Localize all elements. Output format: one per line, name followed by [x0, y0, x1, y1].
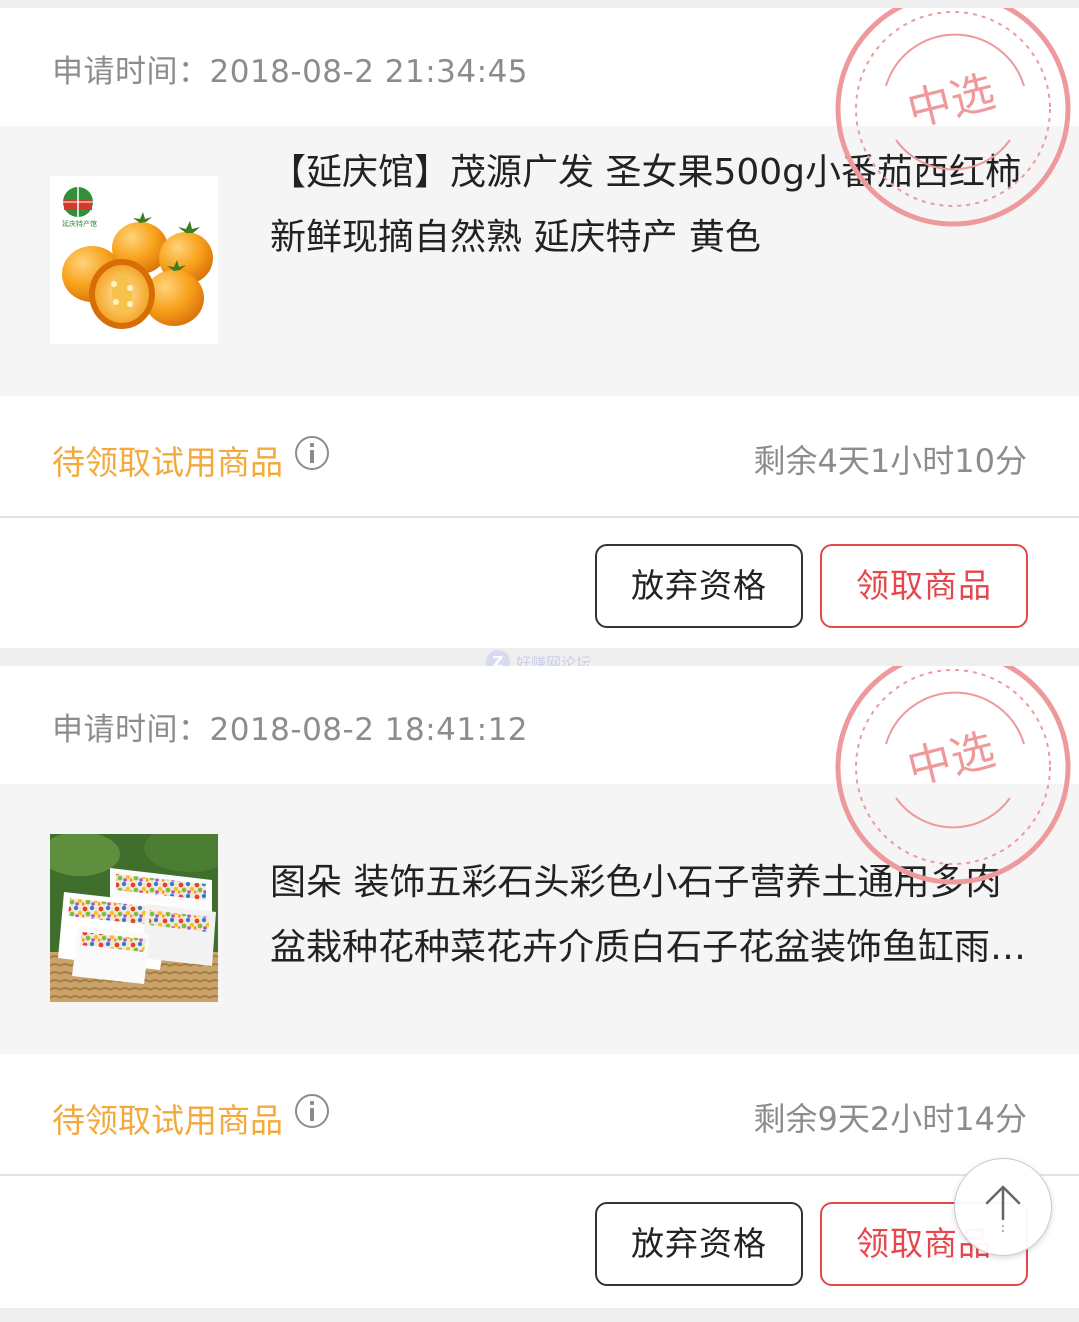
card-header: 申请时间：2018-08-2 21:34:45 [0, 8, 1079, 126]
status-text: 待领取试用商品 [52, 1101, 283, 1140]
action-row: 放弃资格 领取商品 [0, 518, 1079, 648]
apply-time-value: 2018-08-2 18:41:12 [209, 712, 529, 748]
back-to-top-button[interactable] [954, 1158, 1052, 1256]
claim-button[interactable]: 领取商品 [820, 544, 1028, 628]
product-title-line2: 盆栽种花种菜花卉介质白石子花盆装饰鱼缸雨… [270, 927, 1027, 968]
product-title-line1: 【延庆馆】茂源广发 圣女果500g小番茄西红柿 [270, 152, 1022, 193]
remaining-time: 剩余4天1小时10分 [753, 442, 1027, 480]
abandon-button[interactable]: 放弃资格 [595, 1202, 803, 1286]
trial-card: 申请时间：2018-08-2 21:34:45 延庆特产馆 【延庆馆】茂源广发 … [0, 8, 1079, 648]
product-title[interactable]: 图朵 装饰五彩石头彩色小石子营养土通用多肉 盆栽种花种菜花卉介质白石子花盆装饰鱼… [270, 850, 1040, 980]
apply-time-value: 2018-08-2 21:34:45 [209, 54, 529, 90]
status-row: 待领取试用商品 剩余4天1小时10分 [0, 396, 1079, 518]
product-title-line1: 图朵 装饰五彩石头彩色小石子营养土通用多肉 [270, 862, 1002, 903]
product-title-line2: 新鲜现摘自然熟 延庆特产 黄色 [270, 217, 761, 258]
abandon-button[interactable]: 放弃资格 [595, 544, 803, 628]
trial-applications-screen: { "labels": { "apply_time_prefix": "申请时间… [0, 0, 1079, 1322]
product-thumbnail[interactable]: 延庆特产馆 [50, 176, 218, 344]
product-thumbnail[interactable] [50, 834, 218, 1002]
product-row[interactable]: 延庆特产馆 【延庆馆】茂源广发 圣女果500g小番茄西红柿 新鲜现摘自然熟 延庆… [0, 126, 1079, 396]
card-header: 申请时间：2018-08-2 18:41:12 [0, 666, 1079, 784]
apply-time-label: 申请时间： [52, 54, 210, 90]
trial-card: 申请时间：2018-08-2 18:41:12 图朵 装饰五彩石头彩色小石子营养… [0, 666, 1079, 1308]
info-icon[interactable] [295, 436, 329, 470]
status-text: 待领取试用商品 [52, 443, 283, 482]
product-row[interactable]: 图朵 装饰五彩石头彩色小石子营养土通用多肉 盆栽种花种菜花卉介质白石子花盆装饰鱼… [0, 784, 1079, 1054]
product-title[interactable]: 【延庆馆】茂源广发 圣女果500g小番茄西红柿 新鲜现摘自然熟 延庆特产 黄色 [270, 140, 1040, 270]
apply-time-row: 申请时间：2018-08-2 18:41:12 [52, 704, 528, 749]
arrow-up-icon [985, 1185, 1021, 1232]
yellow-cherry-tomatoes-image: 延庆特产馆 [50, 176, 218, 344]
apply-time-row: 申请时间：2018-08-2 21:34:45 [52, 46, 528, 91]
remaining-time: 剩余9天2小时14分 [753, 1100, 1027, 1138]
info-icon[interactable] [295, 1094, 329, 1128]
colorful-pebbles-image [50, 834, 218, 1002]
status-row: 待领取试用商品 剩余9天2小时14分 [0, 1054, 1079, 1176]
svg-text:延庆特产馆: 延庆特产馆 [62, 219, 97, 228]
apply-time-label: 申请时间： [52, 712, 210, 748]
action-row: 放弃资格 领取商品 [0, 1176, 1079, 1306]
